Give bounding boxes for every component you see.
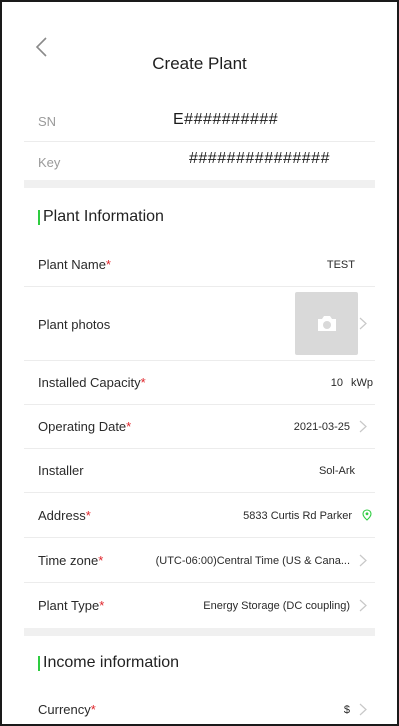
time-zone-value: (UTC-06:00)Central Time (US & Cana...	[155, 555, 350, 567]
chevron-right-icon	[359, 703, 369, 717]
chevron-right-icon	[359, 554, 369, 568]
currency-label: Currency*	[38, 702, 96, 717]
key-value: ###############	[189, 150, 330, 167]
installer-row[interactable]: Installer Sol-Ark	[24, 449, 375, 493]
plant-information-header: Plant Information	[2, 198, 397, 238]
operating-date-label: Operating Date*	[38, 419, 132, 434]
sn-row: SN E##########	[2, 102, 397, 142]
plant-name-row[interactable]: Plant Name* TEST	[24, 242, 375, 287]
plant-name-value: TEST	[326, 259, 355, 271]
plant-photos-row[interactable]: Plant photos	[24, 287, 375, 361]
address-row[interactable]: Address* 5833 Curtis Rd Parker	[24, 493, 375, 538]
time-zone-row[interactable]: Time zone* (UTC-06:00)Central Time (US &…	[24, 538, 375, 583]
header: Create Plant	[2, 32, 397, 73]
key-row: Key ###############	[2, 142, 397, 182]
operating-date-row[interactable]: Operating Date* 2021-03-25	[24, 405, 375, 449]
plant-type-row[interactable]: Plant Type* Energy Storage (DC coupling)	[24, 583, 375, 628]
plant-type-label: Plant Type*	[38, 598, 105, 613]
installer-value: Sol-Ark	[318, 465, 355, 477]
sn-label: SN	[38, 114, 57, 129]
currency-row[interactable]: Currency* $	[24, 690, 375, 724]
address-value: 5833 Curtis Rd Parker	[243, 510, 352, 522]
section-title: Plant Information	[43, 208, 164, 225]
installed-capacity-value: 10	[330, 377, 343, 389]
key-label: Key	[38, 155, 61, 170]
capacity-unit: kWp	[351, 377, 373, 389]
section-accent-bar	[38, 210, 40, 225]
sn-value: E##########	[173, 111, 279, 128]
chevron-right-icon	[359, 317, 369, 331]
installed-capacity-label: Installed Capacity*	[38, 375, 146, 390]
installer-label: Installer	[38, 463, 84, 478]
section-gap	[24, 180, 375, 188]
section-accent-bar	[38, 656, 40, 671]
chevron-right-icon	[359, 599, 369, 613]
chevron-right-icon	[359, 420, 369, 434]
address-label: Address*	[38, 508, 91, 523]
plant-photos-label: Plant photos	[38, 317, 111, 332]
section-title: Income information	[43, 654, 180, 671]
plant-type-value: Energy Storage (DC coupling)	[203, 600, 350, 612]
income-information-header: Income information	[2, 644, 397, 684]
plant-name-label: Plant Name*	[38, 257, 111, 272]
installed-capacity-row[interactable]: Installed Capacity* 10 kWp	[24, 361, 375, 405]
operating-date-value: 2021-03-25	[293, 421, 350, 433]
location-pin-icon[interactable]	[361, 509, 373, 521]
screen: Create Plant SN E########## Key ########…	[0, 0, 399, 726]
page-title: Create Plant	[152, 54, 247, 73]
currency-value: $	[343, 704, 350, 716]
time-zone-label: Time zone*	[38, 553, 104, 568]
add-photo-button[interactable]	[295, 292, 358, 355]
section-gap	[24, 628, 375, 636]
